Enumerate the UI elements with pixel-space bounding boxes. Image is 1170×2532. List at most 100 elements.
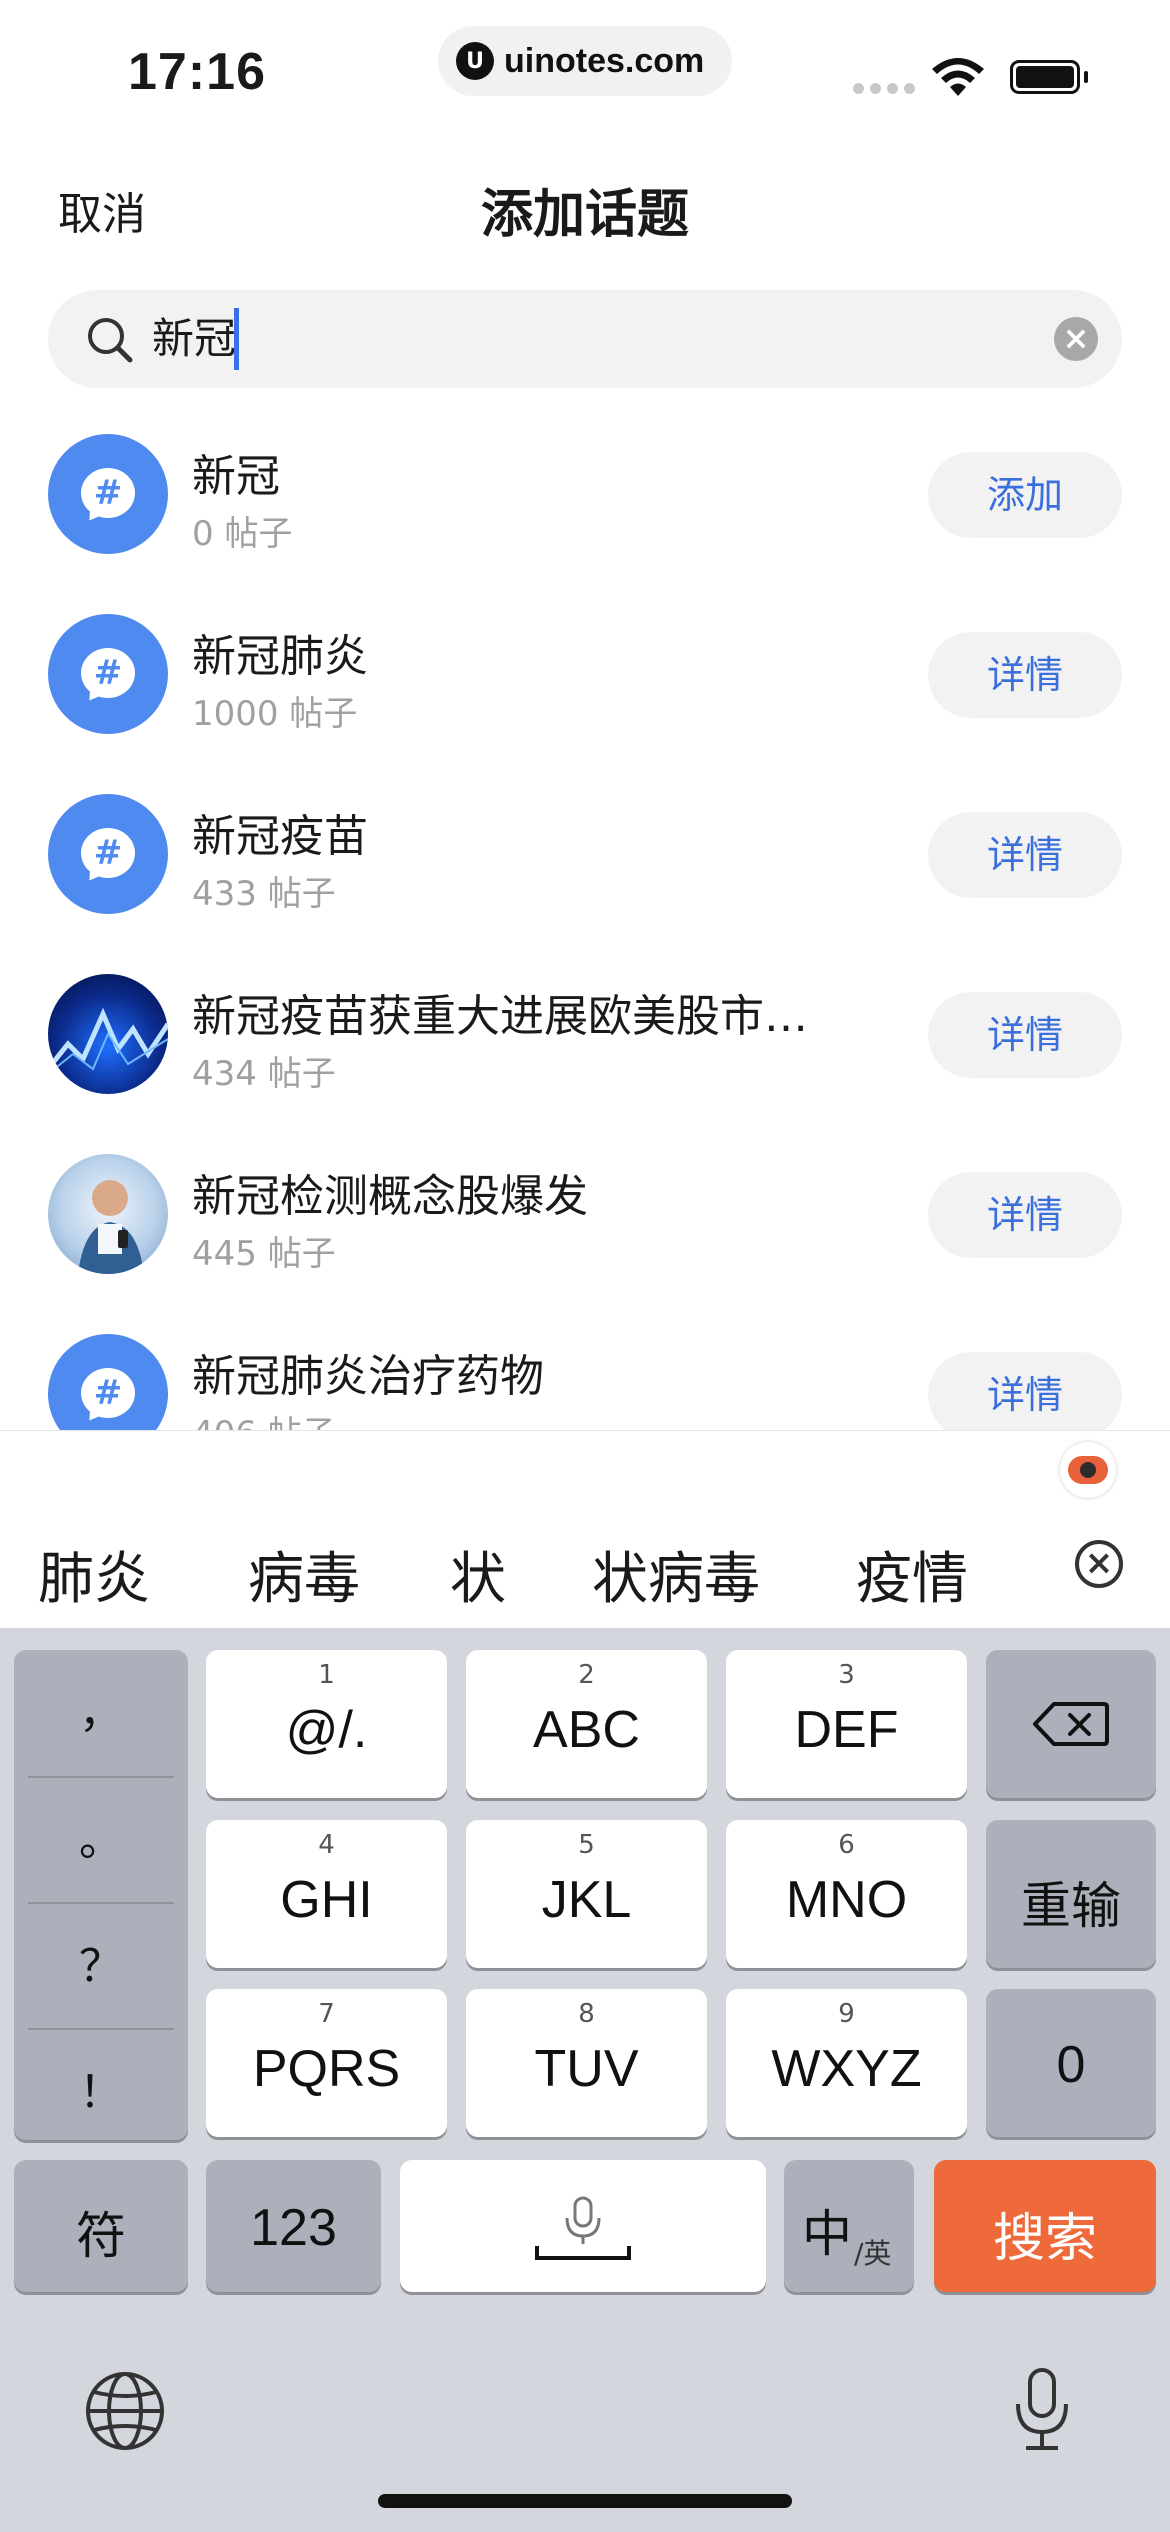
- topic-name: 新冠检测概念股爆发: [192, 1171, 588, 1222]
- list-item[interactable]: # 新冠 0 帖子 添加: [0, 410, 1170, 590]
- candidate-word[interactable]: 肺炎: [38, 1534, 150, 1615]
- key-number: 5: [578, 1830, 595, 1860]
- key-number: 1: [318, 1660, 335, 1690]
- punct-key[interactable]: 。: [14, 1778, 188, 1904]
- list-item[interactable]: # 新冠疫苗 433 帖子 详情: [0, 770, 1170, 950]
- topic-details-button[interactable]: 详情: [928, 1172, 1122, 1258]
- candidate-word[interactable]: 疫情: [856, 1534, 968, 1615]
- battery-icon: [1010, 60, 1080, 94]
- key-9[interactable]: 9 WXYZ: [726, 1989, 967, 2137]
- numbers-button[interactable]: 123: [206, 2160, 381, 2292]
- candidate-word[interactable]: 状: [450, 1534, 506, 1615]
- text-caret: [234, 308, 239, 370]
- punct-key[interactable]: ？: [14, 1904, 188, 2030]
- key-number: 2: [578, 1660, 595, 1690]
- candidate-bar: 肺炎 病毒 状 状病毒 疫情 ×: [0, 1510, 1170, 1628]
- space-mic-icon: [535, 2196, 631, 2260]
- lang-sub-label: /英: [854, 2237, 892, 2270]
- lang-main-label: 中: [802, 2205, 852, 2263]
- topic-details-button[interactable]: 详情: [928, 632, 1122, 718]
- topic-list: # 新冠 0 帖子 添加 # 新冠肺炎 1000 帖子 详情 # 新冠疫苗 43…: [0, 410, 1170, 1430]
- key-label: ABC: [533, 1701, 640, 1759]
- search-submit-button[interactable]: 搜索: [934, 2160, 1156, 2292]
- key-label: @/.: [285, 1701, 368, 1759]
- topic-details-button[interactable]: 详情: [928, 992, 1122, 1078]
- key-label: DEF: [794, 1701, 899, 1759]
- globe-icon[interactable]: [84, 2370, 166, 2456]
- topic-post-count: 445 帖子: [192, 1234, 336, 1274]
- page-title: 添加话题: [480, 185, 689, 245]
- key-number: 7: [318, 1999, 335, 2029]
- add-topic-button[interactable]: 添加: [928, 452, 1122, 538]
- key-8[interactable]: 8 TUV: [466, 1989, 707, 2137]
- topic-post-count: 433 帖子: [192, 874, 336, 914]
- search-input[interactable]: 新冠 ×: [48, 290, 1122, 388]
- status-time: 17:16: [128, 43, 266, 101]
- symbols-button[interactable]: 符: [14, 2160, 188, 2292]
- hashtag-icon: #: [48, 794, 168, 914]
- key-3[interactable]: 3 DEF: [726, 1650, 967, 1798]
- key-number: 4: [318, 1830, 335, 1860]
- topic-post-count: 1000 帖子: [192, 694, 358, 734]
- topic-name: 新冠: [192, 451, 280, 502]
- topic-post-count: 0 帖子: [192, 514, 293, 554]
- url-text: uinotes.com: [504, 41, 705, 80]
- key-label: TUV: [534, 2040, 639, 2098]
- candidate-word[interactable]: 病毒: [248, 1534, 360, 1615]
- key-label: 搜索: [992, 2210, 1097, 2268]
- keyboard-toolbar: [0, 1430, 1170, 1511]
- backspace-button[interactable]: [986, 1650, 1156, 1798]
- list-item[interactable]: # 新冠肺炎治疗药物 406 帖子 详情: [0, 1310, 1170, 1430]
- key-label: JKL: [541, 1871, 632, 1929]
- hashtag-icon: #: [48, 614, 168, 734]
- candidate-word[interactable]: 状病毒: [592, 1534, 760, 1615]
- hashtag-icon: #: [48, 1334, 168, 1430]
- language-switch-button[interactable]: 中 /英: [784, 2160, 914, 2292]
- site-logo-icon: U: [456, 42, 494, 80]
- lab-scientist-image: [48, 1154, 168, 1274]
- key-label: GHI: [280, 1871, 373, 1929]
- home-indicator[interactable]: [378, 2494, 792, 2508]
- topic-name: 新冠肺炎: [192, 631, 368, 682]
- key-label: MNO: [785, 1871, 908, 1929]
- stock-chart-image: [48, 974, 168, 1094]
- space-button[interactable]: [400, 2160, 766, 2292]
- topic-details-button[interactable]: 详情: [928, 812, 1122, 898]
- key-0[interactable]: 0: [986, 1989, 1156, 2137]
- hashtag-icon: #: [48, 434, 168, 554]
- candidate-fade: [1036, 1510, 1062, 1628]
- list-item[interactable]: 新冠检测概念股爆发 445 帖子 详情: [0, 1130, 1170, 1310]
- punct-key[interactable]: ！: [14, 2030, 188, 2156]
- key-number: 3: [838, 1660, 855, 1690]
- key-label: 符: [76, 2208, 126, 2264]
- battery-tip: [1084, 71, 1088, 83]
- key-number: 8: [578, 1999, 595, 2029]
- url-pill[interactable]: U uinotes.com: [438, 26, 732, 96]
- list-item[interactable]: 新冠疫苗获重大进展欧美股市… 434 帖子 详情: [0, 950, 1170, 1130]
- punct-key[interactable]: ，: [14, 1650, 188, 1776]
- key-6[interactable]: 6 MNO: [726, 1820, 967, 1968]
- ime-mascot-icon[interactable]: [1060, 1442, 1116, 1498]
- topic-post-count: 434 帖子: [192, 1054, 336, 1094]
- key-number: 6: [838, 1830, 855, 1860]
- key-5[interactable]: 5 JKL: [466, 1820, 707, 1968]
- key-2[interactable]: 2 ABC: [466, 1650, 707, 1798]
- punctuation-column: ， 。 ？ ！: [14, 1650, 188, 2140]
- key-1[interactable]: 1 @/.: [206, 1650, 447, 1798]
- topic-name: 新冠肺炎治疗药物: [192, 1351, 544, 1402]
- reenter-button[interactable]: 重输: [986, 1820, 1156, 1968]
- key-4[interactable]: 4 GHI: [206, 1820, 447, 1968]
- key-label: 0: [1056, 2036, 1086, 2094]
- close-candidates-icon[interactable]: ×: [1075, 1540, 1123, 1588]
- topic-post-count: 406 帖子: [192, 1406, 336, 1430]
- key-label: 123: [250, 2199, 337, 2257]
- clear-search-icon[interactable]: ×: [1054, 317, 1098, 361]
- key-label: WXYZ: [771, 2040, 922, 2098]
- search-value: 新冠: [152, 314, 237, 363]
- dictation-mic-icon[interactable]: [1010, 2366, 1074, 2458]
- wifi-icon: [930, 56, 986, 102]
- list-item[interactable]: # 新冠肺炎 1000 帖子 详情: [0, 590, 1170, 770]
- key-7[interactable]: 7 PQRS: [206, 1989, 447, 2137]
- key-label: 重输: [1021, 1878, 1121, 1934]
- topic-details-button[interactable]: 详情: [928, 1352, 1122, 1430]
